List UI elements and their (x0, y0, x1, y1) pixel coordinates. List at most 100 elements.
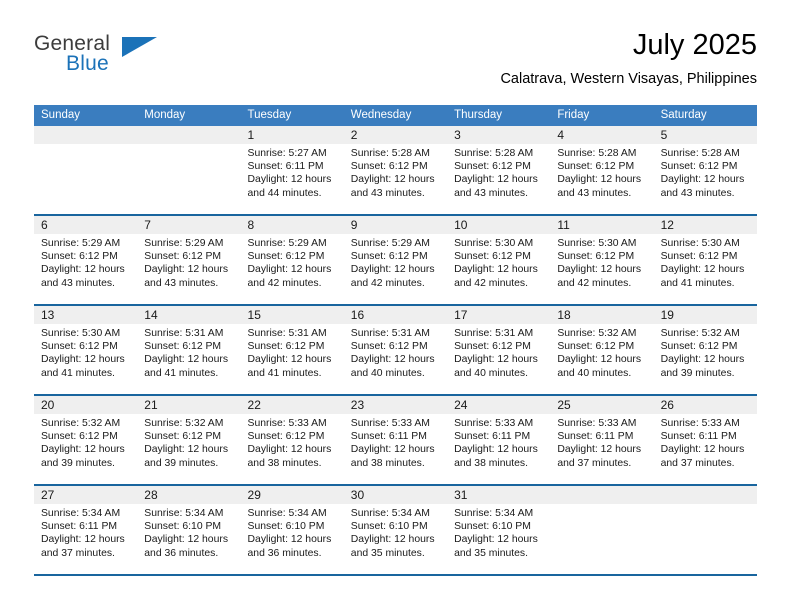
sunrise-text: Sunrise: 5:28 AM (350, 148, 430, 159)
sunset-text: Sunset: 6:10 PM (350, 521, 428, 533)
calendar-day-cell[interactable]: 27 Sunrise: 5:34 AM Sunset: 6:11 PM Dayligh… (34, 486, 138, 574)
calendar-day-cell[interactable]: 3 Sunrise: 5:28 AM Sunset: 6:12 PM Daylight… (447, 126, 551, 214)
title-block: July 2025 Calatrava, Western Visayas, Ph… (500, 28, 757, 88)
calendar-day-cell[interactable]: 25 Sunrise: 5:33 AM Sunset: 6:11 PM Dayligh… (550, 396, 654, 484)
day-details: Sunrise: 5:33 AM Sunset: 6:12 PM Daylight:… (241, 414, 344, 470)
day-number: 22 (240, 396, 344, 414)
day-details: Sunrise: 5:31 AM Sunset: 6:12 PM Daylight:… (447, 324, 550, 380)
sunrise-text: Sunrise: 5:28 AM (454, 148, 534, 159)
daylight-text-line1: Daylight: 12 hours (144, 264, 229, 276)
calendar-day-cell[interactable]: 22 Sunrise: 5:33 AM Sunset: 6:12 PM Dayligh… (240, 396, 344, 484)
day-number: 31 (447, 486, 551, 504)
day-number: 1 (240, 126, 344, 144)
sunrise-text: Sunrise: 5:30 AM (557, 238, 637, 249)
sunset-text: Sunset: 6:12 PM (454, 251, 531, 263)
day-details: Sunrise: 5:28 AM Sunset: 6:12 PM Daylight:… (447, 144, 550, 200)
calendar-day-cell[interactable]: 18 Sunrise: 5:32 AM Sunset: 6:12 PM Dayligh… (550, 306, 654, 394)
calendar-day-cell[interactable]: 8 Sunrise: 5:29 AM Sunset: 6:12 PM Daylight… (240, 216, 344, 304)
calendar-day-cell[interactable]: 7 Sunrise: 5:29 AM Sunset: 6:12 PM Daylight… (137, 216, 241, 304)
sunrise-text: Sunrise: 5:28 AM (557, 148, 637, 159)
daylight-text-line2: and 37 minutes. (41, 547, 115, 559)
sunset-text: Sunset: 6:12 PM (41, 341, 118, 353)
sunrise-text: Sunrise: 5:34 AM (350, 508, 430, 519)
daylight-text-line1: Daylight: 12 hours (144, 534, 229, 546)
calendar-day-cell[interactable]: 19 Sunrise: 5:32 AM Sunset: 6:12 PM Dayligh… (653, 306, 757, 394)
day-number: 19 (653, 306, 757, 324)
daylight-text-line1: Daylight: 12 hours (454, 264, 538, 276)
day-details: Sunrise: 5:32 AM Sunset: 6:12 PM Daylight:… (137, 414, 240, 470)
daylight-text-line1: Daylight: 12 hours (660, 264, 745, 276)
day-number: 21 (137, 396, 241, 414)
daylight-text-line2: and 39 minutes. (660, 367, 735, 379)
day-details: Sunrise: 5:29 AM Sunset: 6:12 PM Daylight:… (137, 234, 240, 290)
calendar-day-cell[interactable]: 21 Sunrise: 5:32 AM Sunset: 6:12 PM Dayligh… (137, 396, 241, 484)
calendar-day-cell[interactable]: 20 Sunrise: 5:32 AM Sunset: 6:12 PM Dayligh… (34, 396, 138, 484)
sunrise-text: Sunrise: 5:29 AM (350, 238, 430, 249)
calendar-day-cell[interactable]: 23 Sunrise: 5:33 AM Sunset: 6:11 PM Dayligh… (343, 396, 448, 484)
calendar-day-cell[interactable]: 14 Sunrise: 5:31 AM Sunset: 6:12 PM Dayligh… (137, 306, 241, 394)
calendar-day-cell[interactable]: 9 Sunrise: 5:29 AM Sunset: 6:12 PM Daylight… (343, 216, 448, 304)
sunrise-text: Sunrise: 5:27 AM (247, 148, 327, 159)
calendar-day-cell[interactable]: 2 Sunrise: 5:28 AM Sunset: 6:12 PM Daylight… (343, 126, 448, 214)
daylight-text-line1: Daylight: 12 hours (557, 174, 642, 186)
calendar-day-cell[interactable]: 30 Sunrise: 5:34 AM Sunset: 6:10 PM Dayligh… (343, 486, 448, 574)
daylight-text-line1: Daylight: 12 hours (247, 534, 332, 546)
calendar-day-cell[interactable]: 5 Sunrise: 5:28 AM Sunset: 6:12 PM Daylight… (653, 126, 757, 214)
calendar-day-cell[interactable]: 31 Sunrise: 5:34 AM Sunset: 6:10 PM Dayligh… (447, 486, 551, 574)
calendar-day-cell[interactable]: 11 Sunrise: 5:30 AM Sunset: 6:12 PM Dayligh… (550, 216, 654, 304)
daylight-text-line1: Daylight: 12 hours (454, 174, 538, 186)
sunset-text: Sunset: 6:12 PM (144, 431, 222, 443)
day-details: Sunrise: 5:34 AM Sunset: 6:10 PM Daylight:… (344, 504, 447, 560)
calendar-day-cell[interactable]: 12 Sunrise: 5:30 AM Sunset: 6:12 PM Dayligh… (653, 216, 757, 304)
daylight-text-line2: and 40 minutes. (454, 367, 528, 379)
daylight-text-line2: and 39 minutes. (41, 457, 115, 469)
calendar-weeks: 1 Sunrise: 5:27 AM Sunset: 6:11 PM Daylight… (34, 126, 757, 576)
daylight-text-line1: Daylight: 12 hours (454, 354, 538, 366)
day-number: 6 (34, 216, 138, 234)
daylight-text-line2: and 41 minutes. (41, 367, 115, 379)
sunset-text: Sunset: 6:12 PM (454, 341, 531, 353)
day-number: 18 (550, 306, 654, 324)
calendar-grid: Sunday Monday Tuesday Wednesday Thursday Frid… (34, 105, 757, 576)
sunset-text: Sunset: 6:11 PM (454, 431, 531, 443)
sunset-text: Sunset: 6:11 PM (557, 431, 634, 443)
calendar-day-cell[interactable]: 24 Sunrise: 5:33 AM Sunset: 6:11 PM Dayligh… (447, 396, 551, 484)
brand-logo[interactable]: General Blue (34, 32, 164, 80)
calendar-day-cell[interactable]: 1 Sunrise: 5:27 AM Sunset: 6:11 PM Daylight… (240, 126, 344, 214)
day-number: 14 (137, 306, 241, 324)
day-number: 23 (343, 396, 448, 414)
daylight-text-line2: and 42 minutes. (247, 277, 322, 289)
sunset-text: Sunset: 6:12 PM (350, 341, 428, 353)
calendar-day-cell[interactable]: 10 Sunrise: 5:30 AM Sunset: 6:12 PM Dayligh… (447, 216, 551, 304)
day-details: Sunrise: 5:34 AM Sunset: 6:10 PM Daylight:… (241, 504, 344, 560)
sunrise-text: Sunrise: 5:33 AM (557, 418, 637, 429)
calendar-day-cell[interactable]: 13 Sunrise: 5:30 AM Sunset: 6:12 PM Dayligh… (34, 306, 138, 394)
calendar-day-cell[interactable]: 16 Sunrise: 5:31 AM Sunset: 6:12 PM Dayligh… (343, 306, 448, 394)
sunrise-text: Sunrise: 5:32 AM (144, 418, 224, 429)
daylight-text-line1: Daylight: 12 hours (247, 264, 332, 276)
daylight-text-line2: and 40 minutes. (350, 367, 425, 379)
sunrise-text: Sunrise: 5:30 AM (660, 238, 740, 249)
day-details: Sunrise: 5:33 AM Sunset: 6:11 PM Daylight:… (654, 414, 757, 470)
day-details: Sunrise: 5:33 AM Sunset: 6:11 PM Daylight:… (344, 414, 447, 470)
calendar-day-cell[interactable]: 28 Sunrise: 5:34 AM Sunset: 6:10 PM Dayligh… (137, 486, 241, 574)
day-number: 28 (137, 486, 241, 504)
day-details: Sunrise: 5:31 AM Sunset: 6:12 PM Daylight:… (241, 324, 344, 380)
day-number (34, 126, 138, 144)
day-number: 8 (240, 216, 344, 234)
weekday-header-thursday: Thursday (454, 109, 502, 121)
sunrise-text: Sunrise: 5:33 AM (454, 418, 534, 429)
daylight-text-line1: Daylight: 12 hours (660, 174, 745, 186)
calendar-day-cell[interactable]: 26 Sunrise: 5:33 AM Sunset: 6:11 PM Dayligh… (653, 396, 757, 484)
sunset-text: Sunset: 6:12 PM (41, 251, 118, 263)
daylight-text-line1: Daylight: 12 hours (350, 174, 435, 186)
calendar-day-cell[interactable]: 6 Sunrise: 5:29 AM Sunset: 6:12 PM Daylight… (34, 216, 138, 304)
calendar-day-cell[interactable]: 4 Sunrise: 5:28 AM Sunset: 6:12 PM Daylight… (550, 126, 654, 214)
day-details: Sunrise: 5:29 AM Sunset: 6:12 PM Daylight:… (241, 234, 344, 290)
daylight-text-line2: and 37 minutes. (660, 457, 735, 469)
daylight-text-line1: Daylight: 12 hours (247, 174, 332, 186)
calendar-day-cell[interactable]: 17 Sunrise: 5:31 AM Sunset: 6:12 PM Dayligh… (447, 306, 551, 394)
calendar-day-cell[interactable]: 29 Sunrise: 5:34 AM Sunset: 6:10 PM Dayligh… (240, 486, 344, 574)
day-number: 11 (550, 216, 654, 234)
calendar-day-cell[interactable]: 15 Sunrise: 5:31 AM Sunset: 6:12 PM Dayligh… (240, 306, 344, 394)
